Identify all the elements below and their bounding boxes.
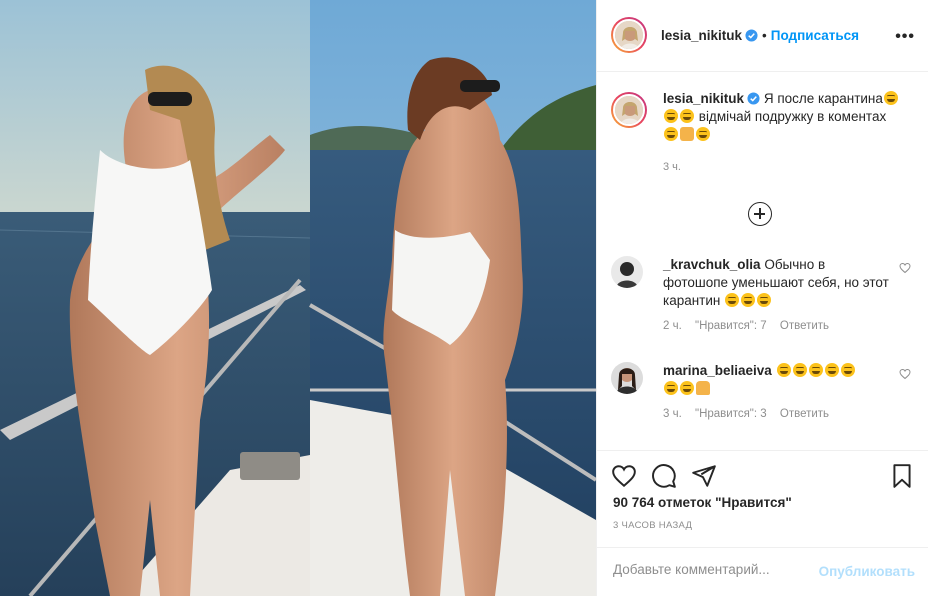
likes-count[interactable]: 90 764 отметок "Нравится" — [613, 495, 792, 510]
comment-icon[interactable] — [651, 463, 677, 489]
laughing-emoji-icon — [808, 363, 823, 377]
thumbs-up-emoji-icon — [696, 381, 710, 395]
comment-likes[interactable]: "Нравится": 3 — [695, 408, 767, 420]
caption: lesia_nikituk Я после карантина відмічай… — [611, 90, 917, 176]
caption-time[interactable]: 3 ч. — [663, 158, 917, 176]
separator-dot: • — [762, 28, 767, 43]
laughing-emoji-icon — [664, 381, 678, 395]
comment-text: _kravchuk_olia Обычно в фотошопе уменьша… — [663, 256, 893, 310]
post-panel: lesia_nikituk • Подписаться ••• lesia_niki… — [596, 0, 928, 596]
comment-meta: 3 ч. "Нравится": 3 Ответить — [663, 408, 917, 420]
comment-item: _kravchuk_olia Обычно в фотошопе уменьша… — [611, 256, 917, 332]
comment-username[interactable]: marina_beliaeiva — [663, 363, 772, 378]
caption-text: lesia_nikituk Я после карантина відмічай… — [663, 90, 917, 176]
commenter-avatar[interactable] — [611, 256, 643, 288]
pray-emoji-icon — [680, 127, 694, 141]
reply-button[interactable]: Ответить — [780, 320, 829, 332]
laughing-emoji-icon — [824, 363, 839, 377]
comment-time[interactable]: 3 ч. — [663, 408, 682, 420]
commenter-avatar[interactable] — [611, 362, 643, 394]
caption-username[interactable]: lesia_nikituk — [663, 91, 744, 106]
laughing-emoji-icon — [792, 363, 807, 377]
comment-username[interactable]: _kravchuk_olia — [663, 257, 761, 272]
post-actions: 90 764 отметок "Нравится" 3 ЧАСОВ НАЗАД … — [597, 450, 928, 596]
laughing-emoji-icon — [757, 293, 772, 307]
laughing-emoji-icon — [664, 109, 678, 123]
header-line: lesia_nikituk • Подписаться — [661, 28, 859, 43]
heart-icon[interactable] — [899, 262, 911, 274]
caption-line1: Я после карантина — [763, 91, 883, 106]
laughing-emoji-icon — [883, 91, 898, 105]
laughing-emoji-icon — [680, 381, 694, 395]
comment-likes[interactable]: "Нравится": 7 — [695, 320, 767, 332]
caption-line2: відмічай подружку в коментах — [698, 109, 887, 124]
reply-button[interactable]: Ответить — [780, 408, 829, 420]
laughing-emoji-icon — [664, 127, 678, 141]
author-avatar[interactable] — [611, 17, 647, 53]
publish-button[interactable]: Опубликовать — [819, 564, 915, 579]
post-photo[interactable] — [0, 0, 596, 596]
post-image — [0, 0, 596, 596]
winking-emoji-icon — [696, 127, 710, 141]
comment-item: marina_beliaeiva 3 ч. "Нравится": 3 Отве… — [611, 362, 917, 420]
post-header: lesia_nikituk • Подписаться ••• — [597, 0, 928, 72]
verified-badge-icon — [745, 29, 758, 42]
more-options-icon[interactable]: ••• — [895, 28, 915, 46]
heart-icon[interactable] — [899, 368, 911, 380]
laughing-emoji-icon — [840, 363, 855, 377]
laughing-emoji-icon — [725, 293, 740, 307]
laughing-emoji-icon — [741, 293, 756, 307]
follow-button[interactable]: Подписаться — [771, 28, 859, 43]
author-username[interactable]: lesia_nikituk — [661, 28, 742, 43]
laughing-emoji-icon — [680, 109, 694, 123]
bookmark-icon[interactable] — [889, 463, 915, 489]
comment-text: marina_beliaeiva — [663, 362, 893, 398]
comment-meta: 2 ч. "Нравится": 7 Ответить — [663, 320, 917, 332]
share-icon[interactable] — [691, 463, 717, 489]
add-comment-bar: Опубликовать — [597, 547, 928, 596]
laughing-emoji-icon — [776, 363, 791, 377]
heart-icon[interactable] — [611, 463, 637, 489]
verified-badge-icon — [747, 92, 760, 105]
post-timestamp[interactable]: 3 ЧАСОВ НАЗАД — [613, 520, 692, 531]
comment-time[interactable]: 2 ч. — [663, 320, 682, 332]
comment-input[interactable] — [613, 562, 813, 577]
plus-circle-icon[interactable] — [748, 202, 772, 226]
caption-avatar[interactable] — [611, 92, 647, 128]
